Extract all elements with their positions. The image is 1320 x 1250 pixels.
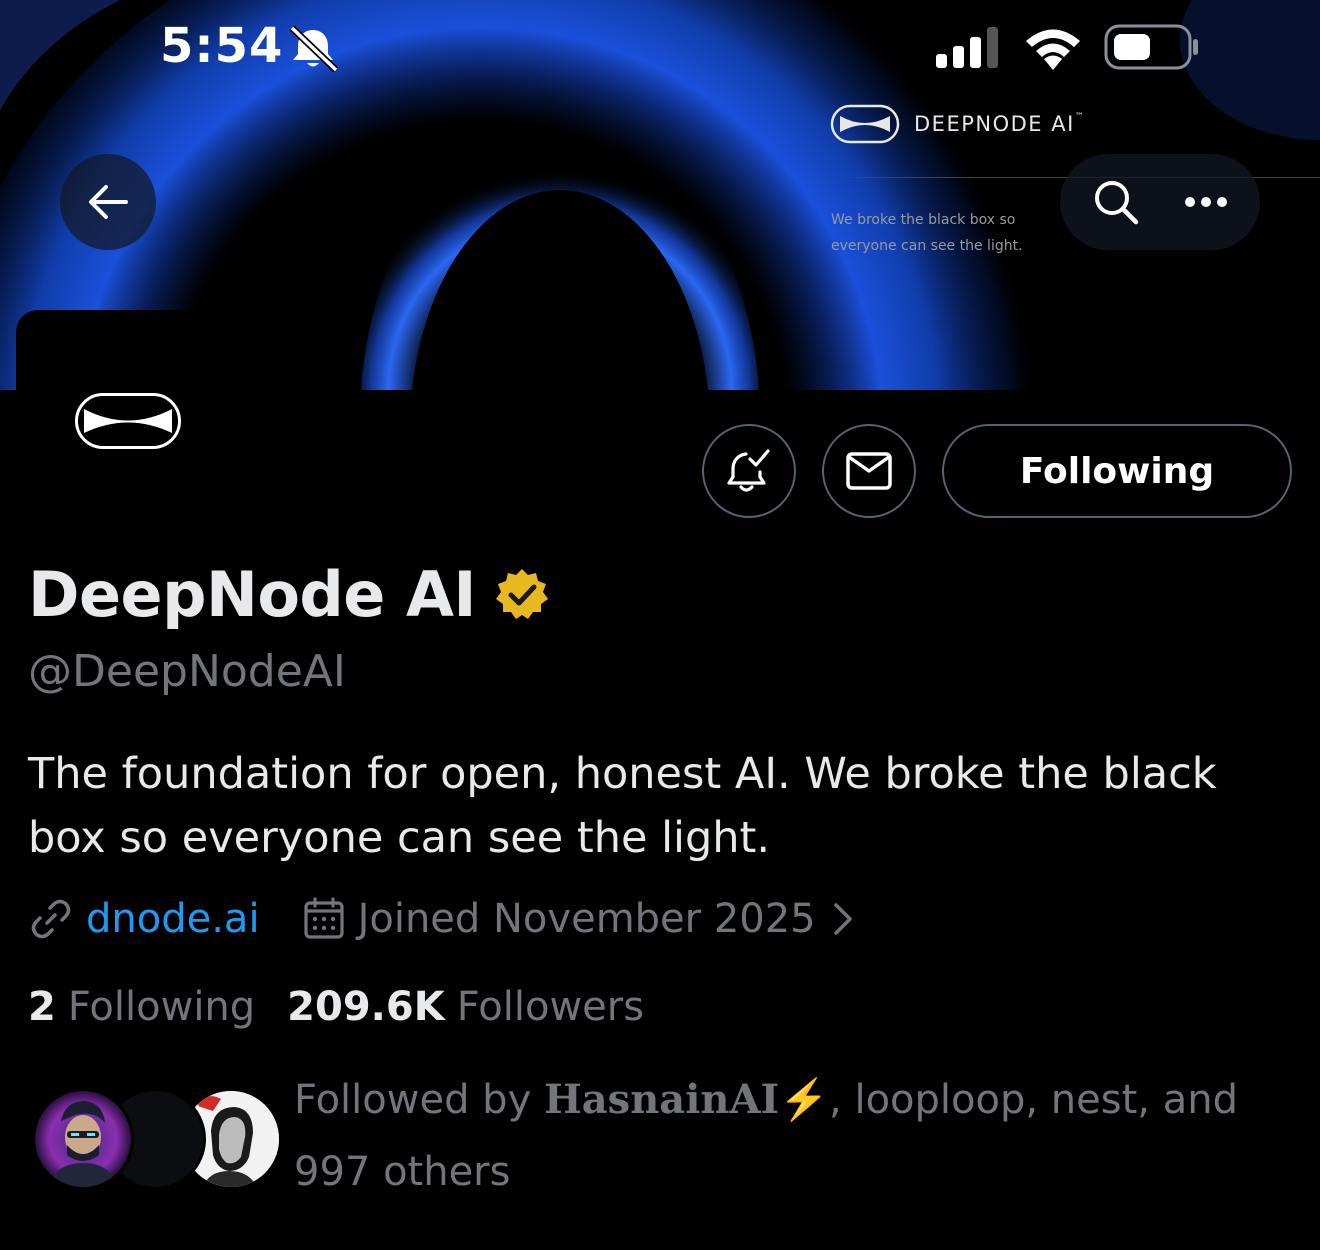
bell-check-icon: [727, 449, 770, 492]
follower-avatar-hasnainai: [32, 1088, 134, 1190]
battery-icon: [1104, 24, 1198, 70]
banner-tagline: We broke the black box so everyone can s…: [831, 212, 1023, 254]
calendar-icon: [303, 897, 344, 939]
following-stat[interactable]: 2 Following: [28, 984, 255, 1030]
gold-verified-badge-icon[interactable]: [494, 567, 550, 623]
following-stat-label: Following: [67, 984, 256, 1030]
followers-count: 209.6K: [287, 984, 445, 1030]
search-icon: [1095, 181, 1139, 225]
followers-stat[interactable]: 209.6K Followers: [287, 984, 644, 1030]
profile-avatar[interactable]: [16, 310, 240, 534]
name-row: DeepNode AI: [28, 558, 550, 631]
followed-by-prefix: Followed by: [294, 1077, 544, 1123]
back-button[interactable]: [60, 154, 156, 250]
followed-by-styled-name: HasnainAI⚡: [543, 1076, 830, 1123]
followed-by-avatars[interactable]: [32, 1088, 282, 1190]
display-name: DeepNode AI: [28, 558, 477, 631]
profile-screen: DEEPNODE AI™ We broke the black box so e…: [0, 0, 1320, 1250]
deepnode-logo-icon: [75, 393, 181, 449]
search-button[interactable]: [1092, 178, 1140, 226]
profile-bio: The foundation for open, honest AI. We b…: [28, 749, 1217, 863]
more-horizontal-icon: [1185, 197, 1227, 207]
banner-actions-pill: [1060, 154, 1260, 250]
link-icon: [31, 899, 71, 939]
profile-meta-row: dnode.ai Joined November 2025: [28, 892, 858, 946]
deepnode-logo-icon: [830, 104, 900, 144]
wifi-icon: [1026, 29, 1080, 70]
cellular-signal-icon: [936, 27, 998, 68]
following-count: 2: [28, 984, 56, 1030]
message-button[interactable]: [822, 424, 916, 518]
bell-slash-icon: [289, 25, 339, 72]
banner-brand: DEEPNODE AI™: [830, 104, 1085, 144]
followed-by-text[interactable]: Followed by HasnainAI⚡, looploop, nest, …: [294, 1064, 1294, 1208]
avatar-image: [35, 1091, 131, 1187]
website-link[interactable]: dnode.ai: [86, 896, 260, 942]
chevron-right-icon[interactable]: [828, 899, 858, 939]
more-button[interactable]: [1184, 196, 1228, 208]
following-button[interactable]: Following: [942, 424, 1292, 518]
envelope-icon: [846, 452, 892, 490]
follow-stats: 2 Following 209.6K Followers: [28, 980, 644, 1034]
followers-stat-label: Followers: [456, 984, 645, 1030]
profile-handle: @DeepNodeAI: [28, 646, 346, 697]
joined-date: Joined November 2025: [357, 896, 816, 942]
status-time: 5:54: [160, 18, 284, 74]
banner-brand-name: DEEPNODE AI™: [914, 112, 1086, 136]
arrow-left-icon: [89, 185, 128, 219]
notifications-button[interactable]: [702, 424, 796, 518]
